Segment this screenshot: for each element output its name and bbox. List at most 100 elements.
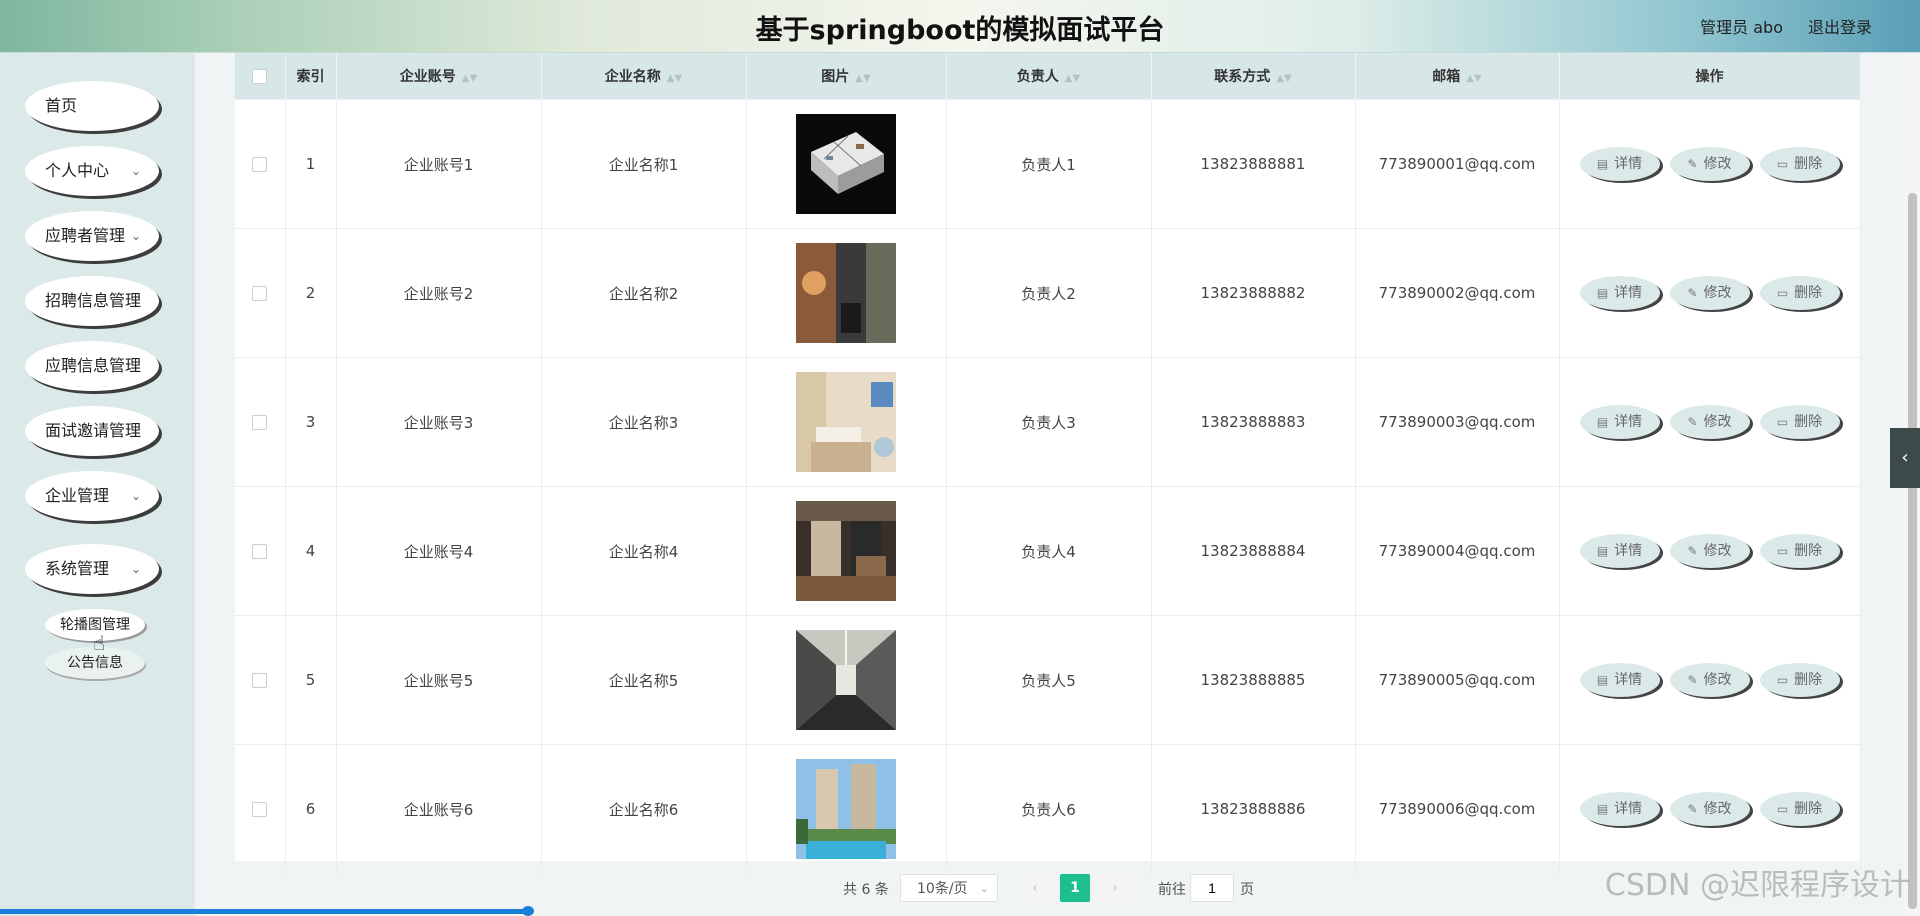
detail-button[interactable]: ▤ 详情	[1579, 405, 1660, 439]
actions-cell: ▤ 详情 ✎ 修改 ▭ 删除	[1559, 486, 1861, 616]
next-page-button[interactable]: ›	[1100, 874, 1130, 902]
contact-cell: 13823888883	[1151, 357, 1356, 487]
progress-handle[interactable]	[522, 906, 534, 916]
edit-button-label: 修改	[1703, 156, 1732, 172]
sidebar-item-recruitment-info[interactable]: 招聘信息管理	[25, 276, 159, 326]
sort-icon[interactable]: ▲▼	[462, 73, 477, 84]
edit-button-label: 修改	[1703, 285, 1732, 301]
scrollbar-thumb[interactable]	[1908, 193, 1917, 909]
sidebar-item-label: 招聘信息管理	[45, 291, 142, 310]
column-header-account[interactable]: 企业账号 ▲▼	[336, 53, 542, 100]
chevron-left-icon[interactable]: ‹	[1890, 428, 1920, 488]
building-pool-image[interactable]	[748, 759, 945, 859]
detail-button[interactable]: ▤ 详情	[1579, 663, 1660, 697]
edit-button[interactable]: ✎ 修改	[1669, 405, 1750, 439]
sidebar-item-application-info[interactable]: 应聘信息管理	[25, 341, 159, 391]
sidebar-item-label: 应聘信息管理	[45, 356, 142, 375]
bedroom-image[interactable]	[748, 372, 945, 472]
sidebar-item-system-management[interactable]: 系统管理 ⌄	[25, 544, 159, 594]
row-select-cell	[235, 615, 286, 745]
edit-button[interactable]: ✎ 修改	[1669, 663, 1750, 697]
row-checkbox[interactable]	[252, 802, 268, 817]
name-cell: 企业名称2	[541, 228, 747, 358]
sort-icon[interactable]: ▲▼	[1466, 73, 1481, 84]
image-cell	[746, 228, 947, 358]
delete-button[interactable]: ▭ 删除	[1759, 534, 1840, 568]
edit-button-label: 修改	[1703, 543, 1732, 559]
edit-icon: ✎	[1687, 544, 1698, 558]
sidebar-item-label: 个人中心	[45, 161, 110, 180]
detail-button[interactable]: ▤ 详情	[1579, 276, 1660, 310]
sort-icon[interactable]: ▲▼	[667, 73, 682, 84]
document-icon: ▤	[1596, 544, 1609, 558]
goto-label: 前往	[1158, 882, 1186, 898]
page-size-select[interactable]: 10条/页 ⌄	[900, 874, 998, 902]
column-header-contact[interactable]: 联系方式 ▲▼	[1151, 53, 1356, 100]
row-checkbox[interactable]	[252, 415, 268, 430]
edit-button[interactable]: ✎ 修改	[1669, 276, 1750, 310]
prev-page-button[interactable]: ‹	[1020, 874, 1050, 902]
actions-cell: ▤ 详情 ✎ 修改 ▭ 删除	[1559, 228, 1861, 358]
sort-icon[interactable]: ▲▼	[1065, 73, 1080, 84]
floor-plan-image[interactable]	[748, 114, 945, 214]
row-checkbox[interactable]	[252, 673, 268, 688]
email-cell: 773890004@qq.com	[1355, 486, 1560, 616]
column-header-email[interactable]: 邮箱 ▲▼	[1355, 53, 1560, 100]
edit-button[interactable]: ✎ 修改	[1669, 147, 1750, 181]
page-title: 基于springboot的模拟面试平台	[755, 15, 1165, 46]
edit-button[interactable]: ✎ 修改	[1669, 534, 1750, 568]
delete-button-label: 删除	[1794, 285, 1823, 301]
index-cell: 2	[285, 228, 337, 358]
name-cell: 企业名称6	[541, 744, 747, 873]
sidebar-item-personal-center[interactable]: 个人中心 ⌄	[25, 146, 159, 196]
name-cell: 企业名称5	[541, 615, 747, 745]
column-header-label: 企业名称	[604, 69, 661, 85]
top-header: 基于springboot的模拟面试平台 管理员 abo 退出登录	[0, 0, 1920, 53]
column-header-name[interactable]: 企业名称 ▲▼	[541, 53, 747, 100]
row-checkbox[interactable]	[252, 544, 268, 559]
row-checkbox[interactable]	[252, 286, 268, 301]
delete-button[interactable]: ▭ 删除	[1759, 792, 1840, 826]
sidebar-item-interview-invitation[interactable]: 面试邀请管理	[25, 406, 159, 456]
column-header-label: 邮箱	[1432, 69, 1461, 85]
select-all-checkbox[interactable]	[252, 68, 268, 84]
row-checkbox[interactable]	[252, 157, 268, 172]
chevron-down-icon: ⌄	[130, 489, 141, 503]
lobby-image[interactable]	[748, 501, 945, 601]
sidebar-item-company-management[interactable]: 企业管理 ⌄	[25, 471, 159, 521]
goto-page-input[interactable]	[1190, 874, 1234, 902]
detail-button[interactable]: ▤ 详情	[1579, 147, 1660, 181]
delete-button[interactable]: ▭ 删除	[1759, 405, 1840, 439]
contact-cell: 13823888886	[1151, 744, 1356, 873]
edit-icon: ✎	[1687, 673, 1698, 687]
image-cell	[746, 99, 947, 229]
sidebar-item-home[interactable]: 首页	[25, 81, 159, 131]
column-header-manager[interactable]: 负责人 ▲▼	[946, 53, 1152, 100]
sort-icon[interactable]: ▲▼	[855, 73, 870, 84]
email-cell: 773890005@qq.com	[1355, 615, 1560, 745]
sort-icon[interactable]: ▲▼	[1276, 73, 1291, 84]
delete-button[interactable]: ▭ 删除	[1759, 663, 1840, 697]
page-1-button[interactable]: 1	[1060, 874, 1090, 902]
hallway-image[interactable]	[748, 630, 945, 730]
sidebar-item-applicant-management[interactable]: 应聘者管理 ⌄	[25, 211, 159, 261]
interior-room-image[interactable]	[748, 243, 945, 343]
image-cell	[746, 486, 947, 616]
column-header-image[interactable]: 图片 ▲▼	[746, 53, 947, 100]
detail-button[interactable]: ▤ 详情	[1579, 792, 1660, 826]
manager-cell: 负责人3	[946, 357, 1152, 487]
column-header-index: 索引	[285, 53, 337, 100]
edit-button[interactable]: ✎ 修改	[1669, 792, 1750, 826]
sidebar-item-label: 应聘者管理	[45, 226, 126, 245]
delete-button-label: 删除	[1794, 672, 1823, 688]
email-cell: 773890002@qq.com	[1355, 228, 1560, 358]
logout-link[interactable]: 退出登录	[1808, 14, 1872, 38]
edit-icon: ✎	[1687, 286, 1698, 300]
account-cell: 企业账号6	[336, 744, 542, 873]
delete-button[interactable]: ▭ 删除	[1759, 276, 1840, 310]
delete-button[interactable]: ▭ 删除	[1759, 147, 1840, 181]
document-icon: ▤	[1596, 673, 1609, 687]
detail-button[interactable]: ▤ 详情	[1579, 534, 1660, 568]
email-cell: 773890003@qq.com	[1355, 357, 1560, 487]
account-cell: 企业账号5	[336, 615, 542, 745]
